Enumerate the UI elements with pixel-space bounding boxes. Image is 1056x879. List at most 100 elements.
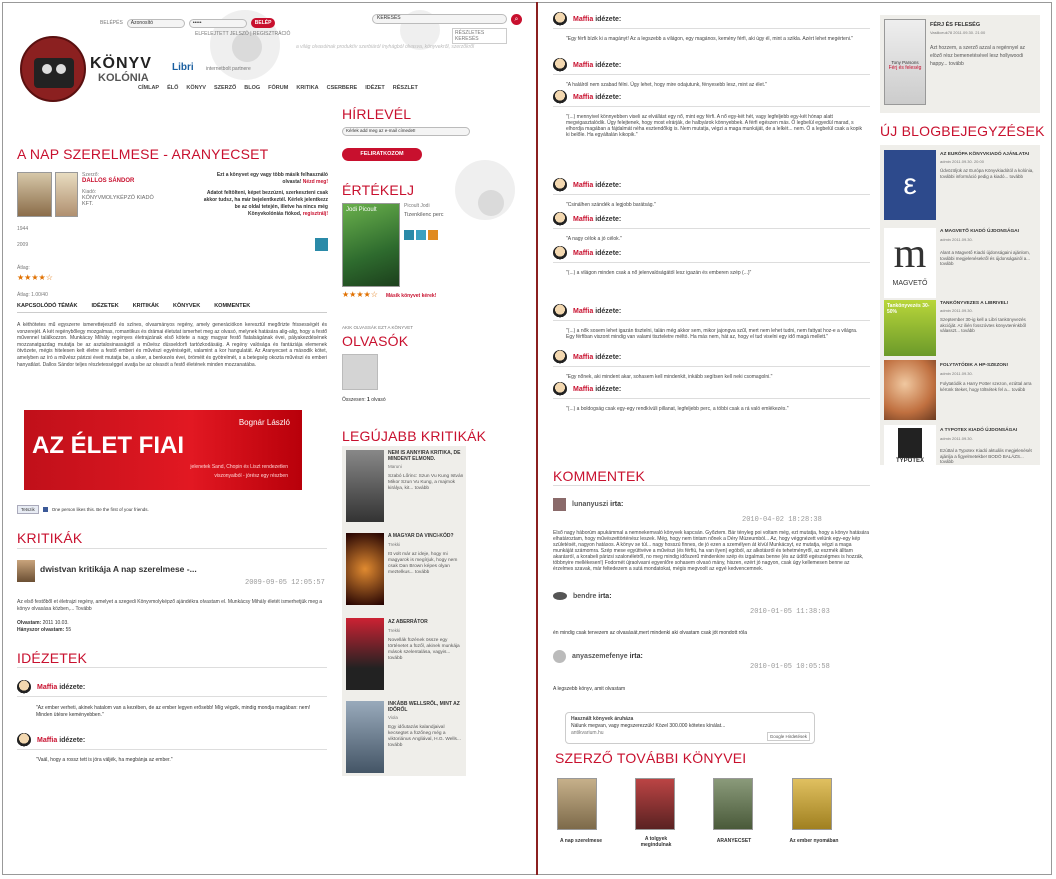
quote-user[interactable]: Maffia bbox=[37, 737, 57, 744]
register-link[interactable]: regisztrálj! bbox=[303, 211, 328, 217]
nav-item-cserbere[interactable]: CSERBERE bbox=[327, 85, 358, 91]
comment-user[interactable]: anyaszemefenye bbox=[572, 653, 628, 660]
critique-title[interactable]: dwistvan kritikája A nap szerelmese -... bbox=[40, 564, 197, 574]
featured-title[interactable]: FÉRJ ÉS FELESÉG bbox=[930, 22, 980, 28]
other-book-cover-image[interactable] bbox=[557, 778, 597, 830]
blog-title[interactable]: AZ EURÓPA KÖNYVKIADÓ AJÁNLATAI bbox=[940, 152, 1038, 157]
ad-title[interactable]: Használt könyvek áruháza bbox=[571, 716, 809, 723]
blog-thumb-image[interactable]: TYPOTEX bbox=[884, 425, 936, 473]
like-button[interactable]: Tetszik bbox=[17, 505, 39, 514]
other-book-cover-image[interactable] bbox=[635, 778, 675, 830]
quote-user[interactable]: Maffia bbox=[37, 684, 57, 691]
notice-link[interactable]: Nézd meg! bbox=[303, 179, 328, 185]
other-book-cover-image[interactable] bbox=[792, 778, 832, 830]
login-links[interactable]: ELFELEJTETT JELSZÓ | REGISZTRÁCIÓ bbox=[195, 31, 290, 37]
quote-user[interactable]: Maffia bbox=[573, 182, 593, 189]
ad-banner[interactable]: Bognár László AZ ÉLET FIAI jelenetek San… bbox=[24, 410, 302, 490]
login-button[interactable]: BELÉP bbox=[250, 18, 276, 28]
search-input[interactable]: KERESÉS bbox=[372, 14, 507, 24]
comment-user[interactable]: lunanyuszi bbox=[572, 501, 608, 508]
publisher-link[interactable]: KÖNYVMOLYKÉPZŐ KIADÓ KFT. bbox=[82, 195, 162, 207]
other-book-cover-image[interactable] bbox=[713, 778, 753, 830]
critique-cover-image[interactable] bbox=[346, 533, 384, 605]
quote-user[interactable]: Maffia bbox=[573, 386, 593, 393]
google-ad[interactable]: Használt könyvek áruháza Nálunk megvan, … bbox=[565, 712, 815, 744]
blog-thumb-image[interactable]: ε bbox=[884, 150, 936, 220]
critique-item-user[interactable]: Maruni bbox=[388, 464, 402, 469]
nav-item-forum[interactable]: FÓRUM bbox=[268, 85, 288, 91]
search-icon[interactable]: ⌕ bbox=[511, 14, 522, 25]
quote-user[interactable]: Maffia bbox=[573, 250, 593, 257]
critique-cover-image[interactable] bbox=[346, 450, 384, 522]
nav-item-cimlap[interactable]: CÍMLAP bbox=[138, 85, 159, 91]
newsletter-email-input[interactable]: Kérlek add meg az e-mail címedet! bbox=[342, 127, 470, 136]
tab-critiques[interactable]: KRITIKÁK bbox=[133, 303, 159, 309]
tab-books[interactable]: KÖNYVEK bbox=[173, 303, 200, 309]
read-icon[interactable] bbox=[416, 230, 426, 240]
book-cover-alt-image[interactable] bbox=[55, 172, 78, 217]
logo-emblem-icon[interactable] bbox=[20, 36, 86, 102]
quote-user[interactable]: Maffia bbox=[573, 354, 593, 361]
nav-item-idezet[interactable]: IDÉZET bbox=[365, 85, 385, 91]
nav-item-blog[interactable]: BLOG bbox=[244, 85, 260, 91]
password-input[interactable]: ••••• bbox=[188, 18, 247, 28]
rate-book-author[interactable]: Picoult Jodi bbox=[404, 203, 430, 209]
critique-item-title[interactable]: AZ ABERRÁTOR bbox=[388, 619, 464, 625]
nav-item-kritika[interactable]: KRITIKA bbox=[296, 85, 318, 91]
quote-user[interactable]: Maffia bbox=[573, 308, 593, 315]
featured-cover-image[interactable]: Tony Parsons Férj és feleség bbox=[884, 19, 926, 105]
critique-item-title[interactable]: A MAGYAR DA VINCI-KÓD? bbox=[388, 533, 464, 539]
advanced-search-button[interactable]: RÉSZLETES KERESÉS bbox=[452, 28, 507, 44]
quote-user[interactable]: Maffia bbox=[573, 216, 593, 223]
share-icon[interactable] bbox=[315, 238, 328, 251]
avatar[interactable] bbox=[553, 650, 566, 663]
critique-item-title[interactable]: INKÁBB WELLSRŐL, MINT AZ IDŐRŐL bbox=[388, 701, 464, 713]
blog-title[interactable]: FOLYTATÓDIK A HP-SZEZON! bbox=[940, 363, 1038, 368]
critique-item-user[interactable]: Trekki bbox=[388, 628, 400, 633]
other-book-title[interactable]: A nap szerelmese bbox=[553, 838, 609, 844]
username-input[interactable]: Azonosító bbox=[126, 18, 185, 28]
critique-cover-image[interactable] bbox=[346, 701, 384, 773]
rate-book-cover-image[interactable]: Jodi Picoult bbox=[342, 203, 400, 287]
other-book-link[interactable]: Másik könyvet kérek! bbox=[386, 293, 436, 299]
tab-quotes[interactable]: IDÉZETEK bbox=[92, 303, 119, 309]
blog-title[interactable]: A TYPOTEX KIADÓ ÚJDONSÁGAI bbox=[940, 428, 1038, 433]
book-cover-image[interactable] bbox=[17, 172, 52, 217]
other-book-title[interactable]: A tolgyek megindulnak bbox=[630, 836, 682, 848]
blog-thumb-image[interactable] bbox=[884, 360, 936, 420]
partner-logo[interactable]: Libri bbox=[172, 62, 194, 73]
avatar[interactable] bbox=[17, 560, 35, 582]
blog-title[interactable]: TANKÖNYVEZES A LIBRIVEL! bbox=[940, 301, 1038, 306]
logo-text[interactable]: KÖNYV bbox=[90, 55, 152, 73]
rate-stars-icon[interactable]: ★★★★☆ bbox=[342, 290, 378, 299]
critique-item-title[interactable]: NEM IS ANNYIRA KRITIKA, DE MINDENT ELMON… bbox=[388, 450, 464, 462]
nav-item-elo[interactable]: ÉLŐ bbox=[167, 85, 178, 91]
reading-icon[interactable] bbox=[428, 230, 438, 240]
subscribe-button[interactable]: FELIRATKOZOM bbox=[342, 148, 422, 161]
other-book-title[interactable]: Az ember nyomában bbox=[784, 838, 844, 844]
nav-item-reszlet[interactable]: RÉSZLET bbox=[393, 85, 418, 91]
rate-book-title[interactable]: Tizenkilenc perc bbox=[404, 212, 444, 218]
blog-title[interactable]: A MAGVETŐ KIADÓ ÚJDONSÁGAI bbox=[940, 229, 1038, 234]
quote-user[interactable]: Maffia bbox=[573, 62, 593, 69]
critique-item-user[interactable]: Viola bbox=[388, 715, 398, 720]
critique-item-user[interactable]: Trekki bbox=[388, 542, 400, 547]
tab-comments[interactable]: KOMMENTEK bbox=[214, 303, 250, 309]
avatar[interactable] bbox=[553, 498, 566, 511]
nav-item-szerzo[interactable]: SZERZŐ bbox=[214, 85, 236, 91]
tab-related[interactable]: KAPCSOLÓDÓ TÉMÁK bbox=[17, 303, 78, 309]
quote-user[interactable]: Maffia bbox=[573, 94, 593, 101]
critique-cover-image[interactable] bbox=[346, 618, 384, 690]
blog-thumb-image[interactable]: Tankönyvezés 30-50% bbox=[884, 300, 936, 356]
author-link[interactable]: DALLOS SÁNDOR bbox=[82, 178, 162, 184]
comment-user[interactable]: bendre bbox=[573, 593, 596, 600]
other-book-title[interactable]: ARANYECSET bbox=[706, 838, 762, 844]
quote-user[interactable]: Maffia bbox=[573, 16, 593, 23]
blog-thumb-image[interactable]: m MAGVETŐ bbox=[884, 228, 936, 298]
nav-item-konyv[interactable]: KÖNYV bbox=[186, 85, 206, 91]
wishlist-icon[interactable] bbox=[404, 230, 414, 240]
logo-subtext[interactable]: KOLÓNIA bbox=[98, 72, 149, 84]
ad-label[interactable]: Google Hirdetések bbox=[766, 732, 810, 741]
reader-avatar[interactable] bbox=[342, 354, 378, 390]
avatar[interactable] bbox=[553, 592, 567, 600]
